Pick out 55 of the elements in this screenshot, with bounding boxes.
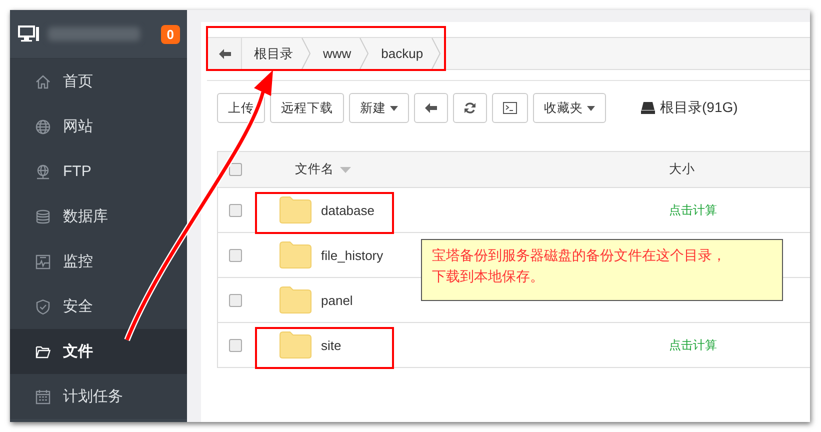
row-checkbox[interactable] <box>229 248 242 262</box>
column-header[interactable]: 文件名 <box>295 161 334 178</box>
globe-icon <box>35 118 51 134</box>
sidebar-item[interactable]: 数据库 <box>10 194 187 239</box>
file-name[interactable]: database <box>321 202 374 218</box>
folder-icon <box>279 196 312 224</box>
chevron-icon <box>359 38 370 69</box>
caret-icon <box>587 106 595 110</box>
toolbar-button[interactable]: 远程下载 <box>270 93 344 123</box>
sidebar-item[interactable]: 网站 <box>10 104 187 149</box>
sidebar-item[interactable]: 安全 <box>10 284 187 329</box>
caret-icon <box>390 106 398 110</box>
sidebar-item[interactable]: 监控 <box>10 239 187 284</box>
sidebar-item[interactable]: 文件 <box>10 329 187 374</box>
row-checkbox[interactable] <box>229 204 242 216</box>
breadcrumb-item[interactable]: 根目录 <box>242 44 301 62</box>
database-icon <box>35 208 51 224</box>
dropdown-button[interactable]: 新建 <box>349 93 409 123</box>
breadcrumb-item[interactable]: www <box>311 46 360 61</box>
computer-icon <box>18 25 40 43</box>
refresh-icon <box>464 102 476 114</box>
folder-icon <box>279 241 312 269</box>
hard-drive-icon <box>641 102 655 114</box>
file-name[interactable]: file_history <box>321 248 384 262</box>
terminal-icon <box>503 102 517 114</box>
sort-caret-icon <box>340 166 351 172</box>
monitor-icon <box>35 254 51 270</box>
chevron-icon <box>431 38 442 69</box>
row-checkbox[interactable] <box>229 338 242 352</box>
folder-icon <box>279 331 312 359</box>
dropdown-button[interactable]: 收藏夹 <box>533 93 606 123</box>
calendar-icon <box>35 388 51 404</box>
folder-icon <box>279 286 312 314</box>
refresh-button[interactable] <box>453 93 487 123</box>
disk-text: 根目录(91G) <box>660 99 738 117</box>
row-checkbox[interactable] <box>229 294 242 306</box>
sidebar-item[interactable]: FTP <box>10 149 187 194</box>
chevron-icon <box>301 38 311 69</box>
select-all-checkbox[interactable] <box>229 163 242 176</box>
back-button[interactable] <box>414 93 448 123</box>
terminal-button[interactable] <box>492 93 528 123</box>
file-name[interactable]: site <box>321 338 342 352</box>
disk-label[interactable]: 根目录(91G) <box>641 99 738 117</box>
folder-icon <box>35 344 51 360</box>
sidebar-item[interactable]: 首页 <box>10 59 187 104</box>
sidebar-item[interactable]: 计划任务 <box>10 374 187 419</box>
breadcrumb-item[interactable]: backup <box>369 46 432 61</box>
back-arrow-icon <box>425 103 437 113</box>
shield-icon <box>35 298 51 314</box>
home-icon <box>35 74 51 90</box>
file-name[interactable]: panel <box>321 292 353 308</box>
column-header[interactable]: 大小 <box>669 162 695 176</box>
note-text: 宝塔备份到服务器磁盘的备份文件在这个目录， 下载到本地保存。 <box>421 239 783 301</box>
back-arrow-icon <box>218 48 230 58</box>
ftp-icon <box>35 164 51 180</box>
